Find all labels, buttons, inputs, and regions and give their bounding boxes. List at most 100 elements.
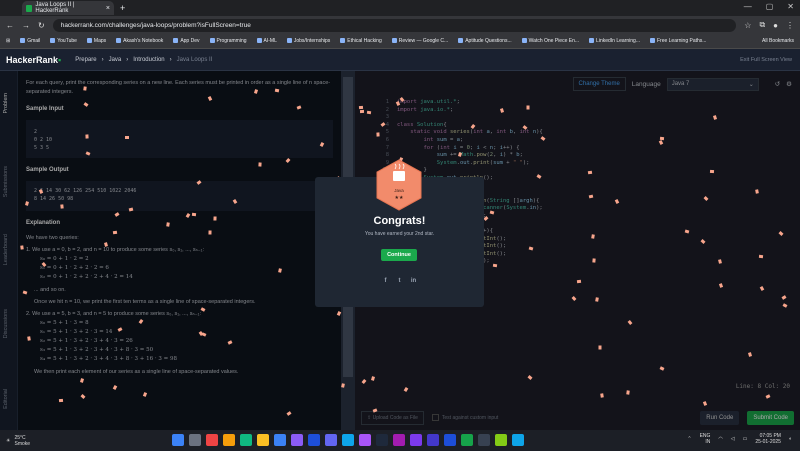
confetti-piece [83, 86, 87, 91]
logo-text: HackerRank [6, 54, 59, 65]
date: 25-01-2025 [755, 439, 781, 445]
confetti-piece [208, 230, 212, 235]
app-icon[interactable] [376, 434, 388, 446]
taskbar-apps [172, 434, 524, 446]
window-controls: — ▢ ✕ [744, 2, 794, 11]
app-icon[interactable] [325, 434, 337, 446]
back-icon[interactable]: ← [6, 21, 14, 30]
maximize-icon[interactable]: ▢ [766, 2, 774, 11]
bookmark-review[interactable]: Review — Google C... [392, 38, 448, 44]
confetti-piece [165, 221, 170, 227]
start-icon[interactable] [172, 434, 184, 446]
premiere-pro-icon[interactable] [427, 434, 439, 446]
new-tab-icon[interactable]: + [120, 3, 125, 13]
all-bookmarks[interactable]: All Bookmarks [762, 38, 794, 44]
logo-mark-icon: ▪ [58, 54, 62, 65]
hackerrank-favicon-icon [26, 4, 33, 12]
confetti-piece [376, 132, 380, 137]
file-explorer-icon[interactable] [223, 434, 235, 446]
url-field[interactable]: hackerrank.com/challenges/java-loops/pro… [52, 18, 737, 32]
bookmark-ai-ml[interactable]: AI-ML [257, 38, 277, 44]
app-icon[interactable] [512, 434, 524, 446]
confetti-piece [366, 110, 371, 114]
search-icon[interactable] [189, 434, 201, 446]
bookmark-linkedin[interactable]: LinkedIn Learning... [589, 38, 640, 44]
windows-taskbar: ☀ 25°C Smoke ⌃ ENG IN ◠ ◁ ▭ 07:05 PM 25-… [0, 430, 800, 451]
bookmark-star-icon[interactable]: ☆ [744, 21, 751, 30]
app-icon[interactable] [461, 434, 473, 446]
browser-tab[interactable]: Java Loops II | HackerRank × [22, 1, 114, 15]
confetti-piece [20, 244, 24, 250]
profile-icon[interactable]: ● [773, 21, 778, 30]
bookmark-youtube[interactable]: YouTube [50, 38, 77, 44]
tray-chevron-icon[interactable]: ⌃ [687, 436, 691, 442]
modal-message: You have earned your 2nd star. [364, 231, 435, 237]
crumb-prepare[interactable]: Prepare [75, 57, 96, 63]
hackerrank-header: HackerRank▪ Prepare › Java › Introductio… [0, 49, 800, 71]
bookmark-gmail[interactable]: Gmail [20, 38, 40, 44]
language-indicator[interactable]: ENG IN [700, 433, 711, 445]
congrats-modal: Java ★★ Congrats! You have earned your 2… [315, 159, 484, 307]
crumb-introduction[interactable]: Introduction [133, 57, 164, 63]
volume-icon[interactable]: ◁ [731, 436, 735, 442]
app-icon[interactable] [240, 434, 252, 446]
confetti-piece [717, 258, 722, 264]
reload-icon[interactable]: ↻ [38, 21, 45, 30]
app-icon[interactable] [342, 434, 354, 446]
crumb-separator-icon: › [169, 56, 172, 63]
app-icon[interactable] [495, 434, 507, 446]
forward-icon[interactable]: → [22, 21, 30, 30]
vscode-icon[interactable] [308, 434, 320, 446]
bookmark-maps[interactable]: Maps [87, 38, 106, 44]
extensions-icon[interactable]: ⧉ [759, 20, 765, 30]
badge-stars: ★★ [394, 195, 404, 201]
bookmark-free-learning[interactable]: Free Learning Paths... [650, 38, 706, 44]
confetti-piece [358, 105, 364, 109]
bookmark-ethical-hacking[interactable]: Ethical Hacking [340, 38, 381, 44]
app-icon[interactable] [274, 434, 286, 446]
breadcrumb: Prepare › Java › Introduction › Java Loo… [75, 57, 212, 63]
app-icon[interactable] [291, 434, 303, 446]
premiere-icon[interactable] [393, 434, 405, 446]
close-tab-icon[interactable]: × [106, 5, 110, 12]
twitter-icon[interactable]: t [396, 278, 403, 285]
crumb-current: Java Loops II [176, 56, 213, 63]
menu-icon[interactable]: ⋮ [786, 21, 794, 30]
region: IN [705, 439, 711, 445]
weather-widget[interactable]: 25°C Smoke [14, 435, 30, 447]
wifi-icon[interactable]: ◠ [718, 436, 722, 442]
hackerrank-logo[interactable]: HackerRank▪ [6, 55, 61, 65]
tab-title: Java Loops II | HackerRank [35, 2, 75, 14]
bookmark-app-dev[interactable]: App Dev [173, 38, 199, 44]
bookmark-notebook[interactable]: Akash's Notebook [116, 38, 163, 44]
weather-condition: Smoke [14, 440, 31, 447]
linkedin-icon[interactable]: in [410, 278, 417, 285]
close-window-icon[interactable]: ✕ [787, 2, 794, 11]
app-icon[interactable] [206, 434, 218, 446]
app-icon[interactable] [478, 434, 490, 446]
exit-fullscreen-link[interactable]: Exit Full Screen View [740, 57, 792, 63]
minimize-icon[interactable]: — [744, 2, 752, 11]
bookmark-programming[interactable]: Programming [210, 38, 247, 44]
confetti-piece [526, 105, 530, 110]
crumb-java[interactable]: Java [109, 57, 122, 63]
confetti-piece [587, 170, 592, 174]
app-icon[interactable] [359, 434, 371, 446]
crumb-separator-icon: › [101, 56, 104, 63]
bookmark-jobs[interactable]: Jobs/Internships [287, 38, 330, 44]
battery-icon[interactable]: ▭ [743, 436, 748, 442]
apps-icon[interactable]: ⊞ [6, 38, 10, 44]
confetti-piece [492, 263, 498, 268]
facebook-icon[interactable]: f [382, 278, 389, 285]
chrome-icon[interactable] [257, 434, 269, 446]
after-effects-icon[interactable] [410, 434, 422, 446]
continue-button[interactable]: Continue [381, 249, 417, 261]
modal-title: Congrats! [373, 215, 426, 227]
bookmark-aptitude[interactable]: Aptitude Questions... [458, 38, 511, 44]
notifications-icon[interactable]: ◐ [789, 436, 792, 442]
clock[interactable]: 07:05 PM 25-01-2025 [755, 433, 781, 445]
bookmark-one-piece[interactable]: Watch One Piece En... [522, 38, 579, 44]
photoshop-icon[interactable] [444, 434, 456, 446]
browser-tab-strip: Java Loops II | HackerRank × + — ▢ ✕ [0, 0, 800, 16]
confetti-piece [125, 135, 130, 139]
